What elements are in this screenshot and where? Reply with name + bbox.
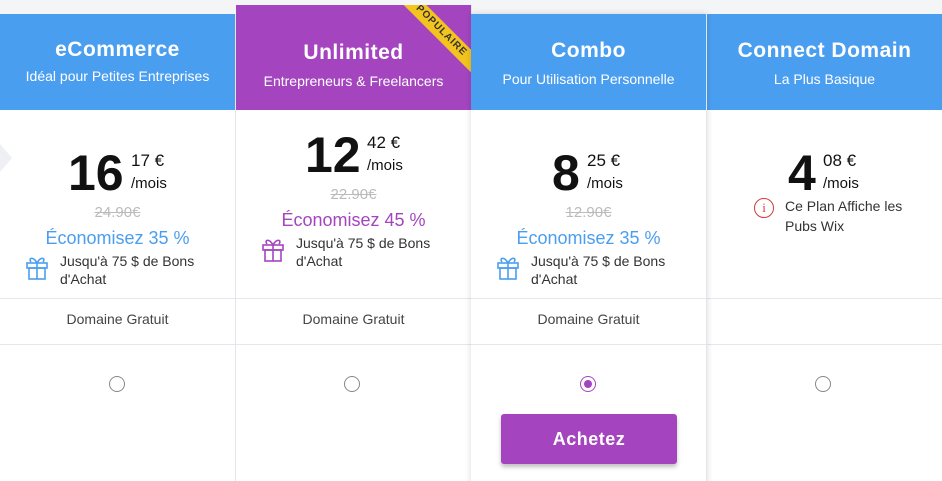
price-cents: 25 € — [587, 151, 621, 170]
pricing-table: eCommerce Idéal pour Petites Entreprises… — [0, 0, 942, 481]
info-icon: i — [754, 198, 774, 218]
divider — [0, 298, 235, 299]
plan-price: 16 17 € /mois — [0, 145, 235, 201]
plan-price: 12 42 € /mois — [236, 127, 471, 183]
plan-header: Connect Domain La Plus Basique — [707, 14, 942, 110]
price-cents: 08 € — [823, 151, 857, 170]
plan-ecommerce[interactable]: eCommerce Idéal pour Petites Entreprises… — [0, 14, 236, 481]
free-domain-label: Domaine Gratuit — [66, 311, 169, 327]
price-period: /mois — [823, 175, 859, 192]
gift-icon — [26, 257, 48, 280]
popular-badge: POPULAIRE — [392, 5, 471, 80]
plan-subtitle: Idéal pour Petites Entreprises — [25, 68, 210, 84]
popular-ribbon: POPULAIRE — [391, 5, 471, 85]
plan-unlimited[interactable]: Unlimited Entrepreneurs & Freelancers PO… — [236, 5, 472, 481]
plan-title: Connect Domain — [737, 39, 912, 62]
price-period: /mois — [131, 175, 167, 192]
savings-label: Économisez 35 % — [516, 228, 661, 248]
plan-radio-selected[interactable] — [580, 376, 596, 392]
divider — [0, 344, 235, 345]
gift-icon — [262, 239, 284, 262]
divider — [707, 344, 942, 345]
plan-subtitle: La Plus Basique — [773, 71, 876, 87]
plan-radio[interactable] — [109, 376, 125, 392]
free-domain-label: Domaine Gratuit — [537, 311, 640, 327]
gift-icon — [497, 257, 519, 280]
free-domain-label: Domaine Gratuit — [302, 311, 405, 327]
divider — [471, 344, 706, 345]
old-price: 12.90€ — [565, 204, 612, 221]
plan-price: 8 25 € /mois — [471, 145, 706, 201]
divider — [236, 298, 471, 299]
plan-header: eCommerce Idéal pour Petites Entreprises — [0, 14, 235, 110]
plan-subtitle: Pour Utilisation Personnelle — [502, 71, 675, 87]
price-cents: 17 € — [131, 151, 165, 170]
plan-radio[interactable] — [815, 376, 831, 392]
plan-header: Combo Pour Utilisation Personnelle — [471, 14, 706, 110]
price-period: /mois — [587, 175, 623, 192]
plan-title: eCommerce — [55, 38, 180, 61]
plan-title: Combo — [551, 39, 626, 62]
voucher-text: Jusqu'à 75 $ de Bons d'Achat — [531, 253, 666, 287]
divider — [236, 344, 471, 345]
plan-header: Unlimited Entrepreneurs & Freelancers PO… — [236, 5, 471, 110]
price-main: 4 — [788, 145, 816, 201]
price-main: 8 — [552, 145, 580, 201]
voucher-text: Jusqu'à 75 $ de Bons d'Achat — [60, 253, 195, 287]
buy-button[interactable]: Achetez — [501, 414, 677, 464]
plan-combo[interactable]: Combo Pour Utilisation Personnelle 8 25 … — [471, 14, 707, 481]
price-main: 12 — [305, 127, 361, 183]
old-price: 24.90€ — [94, 204, 141, 221]
voucher-text: Jusqu'à 75 $ de Bons d'Achat — [296, 235, 431, 269]
price-period: /mois — [367, 157, 403, 174]
savings-label: Économisez 45 % — [281, 210, 426, 230]
old-price: 22.90€ — [330, 186, 377, 203]
plan-connect-domain[interactable]: Connect Domain La Plus Basique 4 08 € /m… — [707, 14, 942, 481]
ads-notice-text: Ce Plan Affiche les Pubs Wix — [785, 198, 903, 234]
divider — [707, 298, 942, 299]
price-main: 16 — [68, 145, 124, 201]
plan-radio[interactable] — [344, 376, 360, 392]
divider — [471, 298, 706, 299]
price-cents: 42 € — [367, 133, 401, 152]
savings-label: Économisez 35 % — [45, 228, 190, 248]
plan-price: 4 08 € /mois — [707, 145, 942, 201]
